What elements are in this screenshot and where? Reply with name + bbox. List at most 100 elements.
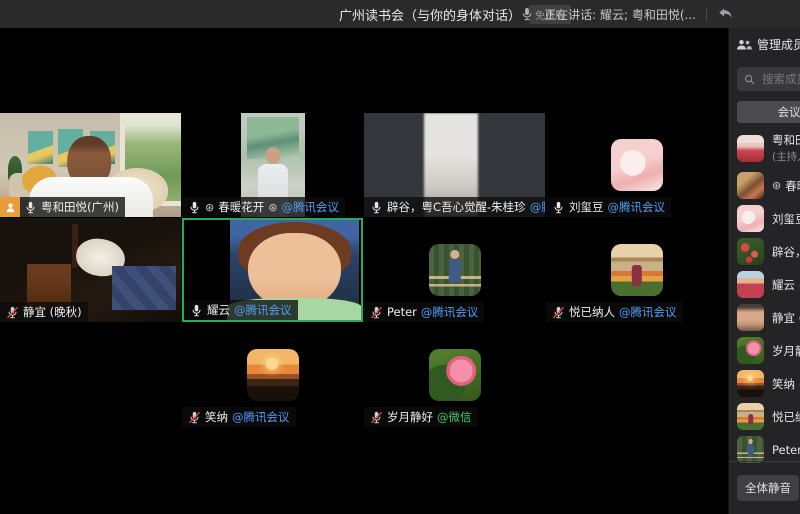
- member-avatar: [737, 337, 764, 364]
- member-role: (主持人): [772, 149, 800, 164]
- panel-footer: 全体静音: [729, 461, 800, 514]
- meeting-title: 广州读书会（与你的身体对话）: [339, 5, 521, 24]
- mic-muted-icon: [370, 411, 383, 424]
- avatar-image: [611, 139, 663, 191]
- participant-name: 悦已纳人: [569, 304, 615, 320]
- platform-tag: @腾讯会议: [232, 409, 290, 425]
- tile-label: 辟谷，粤C吾心觉醒-朱桂珍 @腾讯会议: [364, 197, 545, 217]
- video-tile-liuxidou[interactable]: 刘玺豆 @腾讯会议: [546, 113, 727, 217]
- emblem-icon: ⊛: [205, 201, 214, 214]
- video-grid: 粤和田悦(广州) ⊛ 春暖花开 ⊛ @腾讯会议 辟谷，粤C吾心觉醒-朱桂珍 @腾…: [0, 28, 728, 514]
- member-avatar: [737, 205, 764, 232]
- mic-on-icon: [370, 201, 383, 214]
- members-icon: [736, 39, 752, 51]
- mic-on-icon: [552, 201, 565, 214]
- participant-name: Peter: [387, 305, 417, 319]
- emblem-icon: ⊛: [772, 179, 781, 192]
- member-name: 悦已纳人: [772, 409, 800, 425]
- video-tile-xiaona[interactable]: 笑纳 @腾讯会议: [182, 323, 363, 427]
- member-row-jingyi[interactable]: 静宜 (晚秋): [729, 301, 800, 334]
- member-name: 刘玺豆: [772, 211, 800, 227]
- member-row-xiaona[interactable]: 笑纳@腾讯会议: [729, 367, 800, 400]
- member-panel: 管理成员(10) 会议中- 粤和田悦(主持人) ⊛ 春暖花开 刘玺豆 辟谷，粤C吾…: [728, 28, 800, 514]
- search-box[interactable]: [737, 67, 800, 91]
- member-avatar: [737, 436, 764, 463]
- video-tile-chunnuanhuakai[interactable]: ⊛ 春暖花开 ⊛ @腾讯会议: [182, 113, 363, 217]
- mic-muted-icon: [188, 411, 201, 424]
- tile-label: 耀云 @腾讯会议: [184, 300, 298, 320]
- mic-on-icon: [190, 304, 203, 317]
- mute-all-button[interactable]: 全体静音: [737, 475, 799, 501]
- panel-header: 管理成员(10): [729, 28, 800, 59]
- participant-name: 刘玺豆: [569, 199, 604, 215]
- titlebar: 广州读书会（与你的身体对话） 免费版 正在讲话: 耀云; 粤和田悦(...: [0, 0, 800, 28]
- avatar-image: [429, 349, 481, 401]
- video-tile-suiyuejinghao[interactable]: 岁月静好 @微信: [364, 323, 545, 427]
- platform-tag: @腾讯会议: [619, 304, 677, 320]
- speaking-status-group: 正在讲话: 耀云; 粤和田悦(...: [520, 0, 734, 28]
- member-row-bigu[interactable]: 辟谷，粤C吾心觉醒-朱桂珍: [729, 235, 800, 268]
- platform-tag: @微信: [437, 409, 472, 425]
- participant-name: 粤和田悦(广州): [41, 199, 119, 215]
- reply-arrow-icon[interactable]: [717, 7, 734, 21]
- participant-name: 春暖花开: [218, 199, 264, 215]
- mic-muted-icon: [552, 306, 565, 319]
- avatar-image: [429, 244, 481, 296]
- member-name: 春暖花开: [785, 178, 800, 194]
- participant-name: 岁月静好: [387, 409, 433, 425]
- panel-title: 管理成员(10): [757, 36, 800, 53]
- emblem-icon: ⊛: [268, 201, 277, 214]
- member-row-yuehetianyue[interactable]: 粤和田悦(主持人): [729, 127, 800, 169]
- platform-tag: @腾讯会议: [234, 302, 292, 318]
- member-avatar: [737, 304, 764, 331]
- member-name: 静宜 (晚秋): [772, 310, 800, 326]
- member-row-yaoyun[interactable]: 耀云@腾讯会议: [729, 268, 800, 301]
- member-avatar: [737, 403, 764, 430]
- member-avatar: [737, 238, 764, 265]
- tile-label: 岁月静好 @微信: [364, 407, 478, 427]
- video-tile-yaoyun[interactable]: 耀云 @腾讯会议: [182, 218, 363, 322]
- avatar-image: [247, 349, 299, 401]
- participant-name: 辟谷，粤C吾心觉醒-朱桂珍: [387, 199, 526, 215]
- participant-name: 耀云: [207, 302, 230, 318]
- member-avatar: [737, 172, 764, 199]
- video-tile-jingyi[interactable]: 静宜 (晚秋): [0, 218, 181, 322]
- member-row-yueyinaren[interactable]: 悦已纳人: [729, 400, 800, 433]
- mic-muted-icon: [6, 306, 19, 319]
- tile-label: 悦已纳人 @腾讯会议: [546, 302, 683, 322]
- speaking-status: 正在讲话: 耀云; 粤和田悦(...: [544, 6, 696, 23]
- tile-label: ⊛ 春暖花开 ⊛ @腾讯会议: [182, 197, 345, 217]
- member-avatar: [737, 370, 764, 397]
- divider: [706, 7, 707, 21]
- tile-label: 刘玺豆 @腾讯会议: [546, 197, 671, 217]
- member-name: 耀云: [772, 277, 795, 293]
- member-name: 粤和田悦: [772, 132, 800, 148]
- avatar-image: [611, 244, 663, 296]
- member-row-liuxidou[interactable]: 刘玺豆: [729, 202, 800, 235]
- search-input[interactable]: [760, 71, 800, 87]
- participant-name: 笑纳: [205, 409, 228, 425]
- tab-label: 会议中-: [778, 104, 800, 120]
- mic-status-icon[interactable]: [520, 7, 534, 21]
- member-avatar: [737, 135, 764, 162]
- platform-tag: @腾讯会议: [281, 199, 339, 215]
- tile-label: Peter @腾讯会议: [364, 302, 484, 322]
- member-name: 辟谷，粤C吾心觉醒-朱桂珍: [772, 244, 800, 260]
- mic-muted-icon: [370, 306, 383, 319]
- member-name: Peter: [772, 443, 800, 457]
- tab-in-meeting[interactable]: 会议中-: [737, 101, 800, 123]
- platform-tag: @腾讯会议: [608, 199, 666, 215]
- member-row-suiyuejinghao[interactable]: 岁月静好@微信: [729, 334, 800, 367]
- member-avatar: [737, 271, 764, 298]
- platform-tag: @腾讯会议: [421, 304, 479, 320]
- member-list: 粤和田悦(主持人) ⊛ 春暖花开 刘玺豆 辟谷，粤C吾心觉醒-朱桂珍 耀云@腾讯会…: [729, 127, 800, 466]
- video-tile-bigu[interactable]: 辟谷，粤C吾心觉醒-朱桂珍 @腾讯会议: [364, 113, 545, 217]
- member-row-chunnuanhuakai[interactable]: ⊛ 春暖花开: [729, 169, 800, 202]
- video-tile-yueyinaren[interactable]: 悦已纳人 @腾讯会议: [546, 218, 727, 322]
- participant-name: 静宜 (晚秋): [23, 304, 82, 320]
- video-tile-peter[interactable]: Peter @腾讯会议: [364, 218, 545, 322]
- meeting-app-window: { "titlebar": { "title": "广州读书会（与你的身体对话）…: [0, 0, 800, 514]
- tile-label: 静宜 (晚秋): [0, 302, 88, 322]
- video-tile-yuehetianyue[interactable]: 粤和田悦(广州): [0, 113, 181, 217]
- member-name: 岁月静好: [772, 343, 800, 359]
